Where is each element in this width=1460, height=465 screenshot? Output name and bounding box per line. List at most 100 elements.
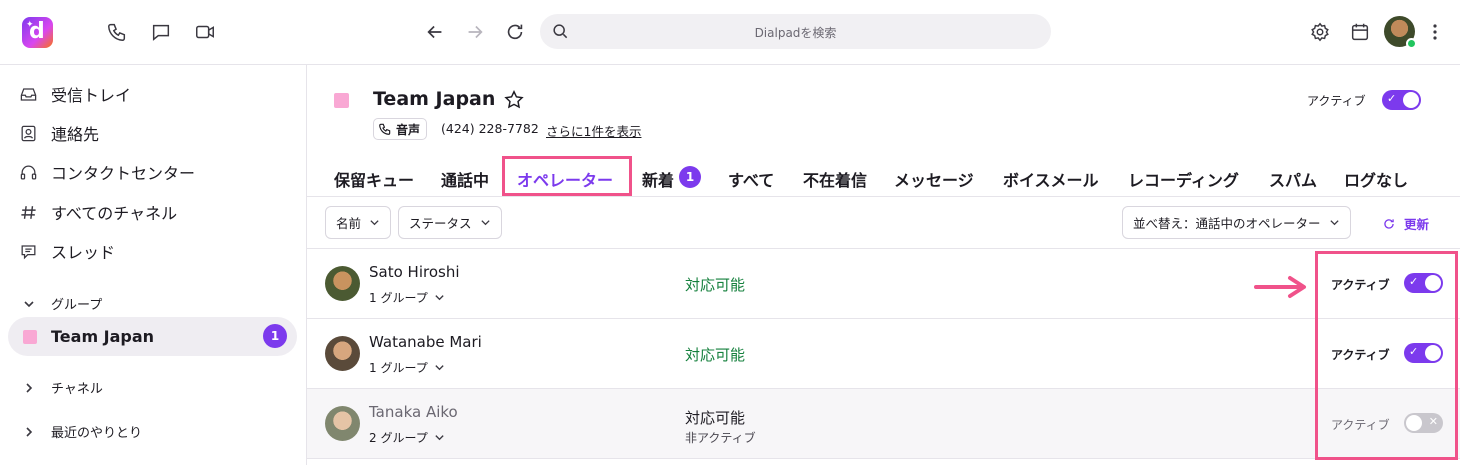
tab-highlight-box (502, 156, 632, 196)
operator-sub-status: 非アクティブ (685, 431, 756, 445)
operator-status: 対応可能 (685, 346, 746, 364)
chevron-down-icon (1329, 220, 1339, 226)
active-label: アクティブ (1307, 94, 1366, 108)
sidebar-item-contacts[interactable]: 連絡先 (18, 119, 99, 147)
tab-new[interactable]: 新着 (642, 167, 674, 191)
headset-icon (18, 162, 38, 182)
inbox-icon (18, 84, 38, 104)
sidebar: 受信トレイ 連絡先 コンタクトセンター すべてのチャネル スレッド グループ T… (0, 65, 307, 465)
chevron-right-icon (26, 426, 33, 437)
tab-spam[interactable]: スパム (1269, 167, 1317, 191)
sidebar-section-channels[interactable]: チャネル (22, 378, 103, 397)
status-filter[interactable]: ステータス (398, 206, 502, 239)
chevron-down-icon (480, 220, 490, 226)
chevron-down-icon (435, 295, 444, 301)
sidebar-item-label: コンタクトセンター (51, 164, 196, 183)
forward-icon[interactable] (463, 20, 487, 44)
online-status-dot (1406, 38, 1417, 49)
name-filter[interactable]: 名前 (325, 206, 392, 239)
team-label: Team Japan (51, 327, 155, 346)
tab-badge: 1 (679, 166, 701, 188)
refresh-button[interactable]: 更新 (1382, 214, 1429, 233)
sidebar-item-threads[interactable]: スレッド (18, 237, 115, 265)
reload-icon[interactable] (503, 20, 527, 44)
sort-dropdown[interactable]: 並べ替え：通話中のオペレーター (1122, 206, 1351, 239)
toggle-highlight-box (1315, 251, 1458, 460)
avatar (325, 266, 360, 301)
tab-missed[interactable]: 不在着信 (803, 167, 867, 191)
sidebar-item-all-channels[interactable]: すべてのチャネル (18, 198, 177, 226)
refresh-icon (1384, 218, 1394, 229)
avatar (325, 336, 360, 371)
avatar (325, 406, 360, 441)
unread-badge: 1 (263, 324, 287, 348)
sidebar-item-label: すべてのチャネル (51, 204, 178, 223)
active-toggle[interactable]: ✓ (1382, 90, 1421, 110)
refresh-label: 更新 (1404, 217, 1430, 232)
group-count: 1 グループ (369, 361, 428, 375)
tab-on-call[interactable]: 通話中 (441, 167, 489, 191)
voice-pill[interactable]: 音声 (373, 118, 428, 140)
group-dropdown[interactable]: 2 グループ (369, 429, 445, 446)
sidebar-section-recent[interactable]: 最近のやりとり (22, 422, 142, 441)
search-input[interactable]: Dialpadを検索 (540, 14, 1051, 49)
video-icon[interactable] (193, 20, 217, 44)
tab-messages[interactable]: メッセージ (894, 167, 974, 191)
team-color-square (23, 330, 37, 344)
settings-icon[interactable] (1308, 20, 1332, 44)
operator-status: 対応可能 (685, 409, 746, 427)
section-label: 最近のやりとり (51, 426, 143, 441)
operator-name: Tanaka Aiko (369, 403, 458, 421)
back-icon[interactable] (423, 20, 447, 44)
team-color-square (334, 93, 349, 108)
filter-label: ステータス (409, 216, 472, 231)
chevron-right-icon (26, 382, 33, 393)
tab-recordings[interactable]: レコーディング (1128, 167, 1239, 191)
chevron-down-icon (370, 220, 379, 226)
operator-row[interactable]: Tanaka Aiko 2 グループ 対応可能 非アクティブ アクティブ ✕ (307, 389, 1460, 459)
show-more-link[interactable]: さらに1件を表示 (546, 121, 641, 140)
tab-label: 新着 (642, 171, 675, 190)
contacts-icon (18, 123, 38, 143)
sidebar-item-label: 連絡先 (51, 125, 100, 144)
tab-all[interactable]: すべて (728, 167, 774, 191)
chevron-down-icon (435, 435, 444, 441)
group-dropdown[interactable]: 1 グループ (369, 359, 445, 376)
sidebar-item-team-japan[interactable]: Team Japan 1 (8, 317, 297, 356)
sidebar-item-inbox[interactable]: 受信トレイ (18, 80, 131, 108)
section-label: チャネル (51, 382, 103, 397)
section-label: グループ (51, 298, 103, 313)
group-count: 2 グループ (369, 431, 428, 445)
group-count: 1 グループ (369, 291, 428, 305)
tab-no-log[interactable]: ログなし (1344, 167, 1408, 191)
more-icon[interactable] (1428, 22, 1442, 42)
phone-icon[interactable] (105, 20, 129, 44)
chevron-down-icon (435, 365, 444, 371)
tab-voicemail[interactable]: ボイスメール (1003, 167, 1099, 191)
calendar-icon[interactable] (1348, 20, 1372, 44)
operator-name: Watanabe Mari (369, 333, 482, 351)
arrow-right-icon (1254, 276, 1306, 298)
chat-icon[interactable] (149, 20, 173, 44)
sidebar-item-label: 受信トレイ (51, 86, 132, 105)
user-avatar[interactable] (1384, 16, 1417, 49)
phone-icon (379, 123, 391, 135)
sidebar-section-groups[interactable]: グループ (22, 294, 102, 313)
operator-name: Sato Hiroshi (369, 263, 460, 281)
search-placeholder: Dialpadを検索 (754, 26, 837, 40)
thread-icon (18, 241, 38, 261)
sidebar-item-contact-center[interactable]: コンタクトセンター (18, 158, 195, 186)
star-icon[interactable] (503, 89, 525, 111)
voice-label: 音声 (396, 122, 421, 137)
operator-row[interactable]: Watanabe Mari 1 グループ 対応可能 アクティブ ✓ (307, 319, 1460, 389)
dialpad-logo[interactable]: ✦ d (22, 17, 53, 48)
top-bar: ✦ d Dialpadを検索 (0, 0, 1460, 65)
tab-hold-queue[interactable]: 保留キュー (334, 167, 414, 191)
hash-icon (18, 202, 38, 222)
sidebar-item-label: スレッド (51, 243, 116, 262)
filter-label: 名前 (336, 216, 362, 231)
page-title: Team Japan (373, 88, 496, 110)
tab-bar: 保留キュー 通話中 オペレーター 新着 1 すべて 不在着信 メッセージ ボイス… (307, 158, 1460, 197)
phone-number: (424) 228-7782 (441, 121, 539, 136)
group-dropdown[interactable]: 1 グループ (369, 289, 445, 306)
